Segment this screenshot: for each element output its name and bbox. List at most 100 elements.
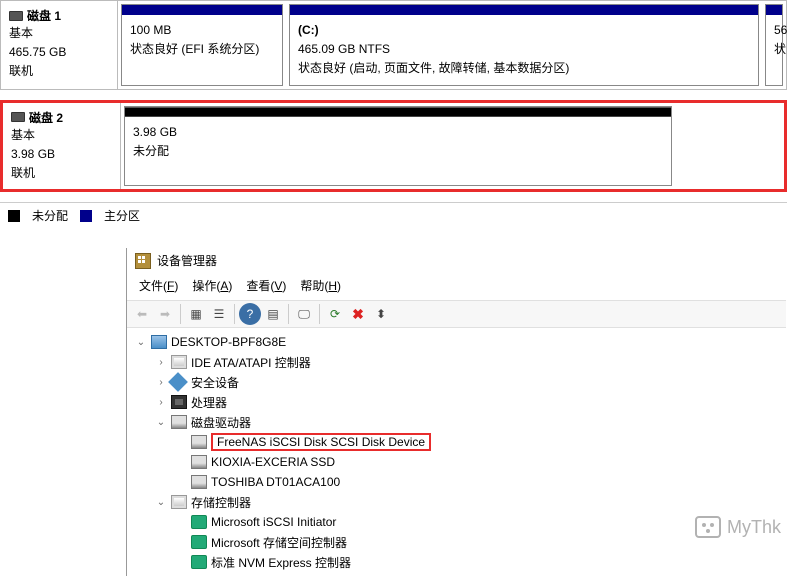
tree-node-7[interactable]: ⌄ 存储控制器 [135,492,786,512]
disk-info: 磁盘 1基本465.75 GB联机 [1,1,118,89]
net-icon [191,555,207,569]
tree-label: 磁盘驱动器 [191,414,251,431]
menu-v[interactable]: 查看(V) [240,275,292,296]
menu-h[interactable]: 帮助(H) [294,275,347,296]
tree-label: Microsoft 存储空间控制器 [211,534,347,551]
computer-name: DESKTOP-BPF8G8E [171,335,286,349]
partition-status: 状态良好 (启动, 页面文件, 故障转储, 基本数据分区) [298,59,750,78]
tree-root[interactable]: ⌄ DESKTOP-BPF8G8E [135,332,786,352]
disk-icon [11,112,25,122]
expander-icon[interactable]: ⌄ [135,337,147,348]
disk-icon [191,455,207,469]
tree-node-9[interactable]: Microsoft 存储空间控制器 [135,532,786,552]
computer-icon [151,335,167,349]
tree-label: Microsoft iSCSI Initiator [211,515,336,529]
tree-label: 存储控制器 [191,494,251,511]
tree-node-6[interactable]: TOSHIBA DT01ACA100 [135,472,786,492]
menu-f[interactable]: 文件(F) [133,275,184,296]
partition-drive: (C:) [298,23,319,37]
ide-icon [171,355,187,369]
disk-row-0[interactable]: 磁盘 1基本465.75 GB联机100 MB状态良好 (EFI 系统分区)(C… [0,0,787,90]
disk-size: 465.75 GB [9,43,109,62]
tree-label: KIOXIA-EXCERIA SSD [211,455,335,469]
tree-label: IDE ATA/ATAPI 控制器 [191,354,311,371]
partition-1[interactable]: (C:) 465.09 GB NTFS状态良好 (启动, 页面文件, 故障转储, … [289,4,759,86]
storage-icon [171,495,187,509]
swatch-primary [80,210,92,222]
tree-label: TOSHIBA DT01ACA100 [211,475,340,489]
disk-status: 联机 [9,62,109,81]
partition-content: 56状 [766,15,782,65]
toolbar-fwd-button[interactable]: ➡ [154,303,176,325]
toolbar-del-button[interactable]: ✖ [347,303,369,325]
partition-header [290,5,758,15]
legend-bar: 未分配 主分区 [0,202,787,226]
partition-header [122,5,282,15]
tree-node-1[interactable]: › 安全设备 [135,372,786,392]
toolbar-separator [288,304,289,324]
toolbar: ⬅➡ ▦☰?▤ 🖵 ⟳✖⬍ [127,300,786,328]
expander-icon[interactable]: ⌄ [155,417,167,428]
disk-icon [9,11,23,21]
legend-unallocated: 未分配 [32,207,68,224]
legend-primary: 主分区 [104,207,140,224]
toolbar-updown-button[interactable]: ⬍ [370,303,392,325]
expander-icon[interactable]: › [155,357,167,368]
toolbar-back-button[interactable]: ⬅ [131,303,153,325]
tree-node-5[interactable]: KIOXIA-EXCERIA SSD [135,452,786,472]
expander-icon[interactable]: ⌄ [155,497,167,508]
toolbar-separator [234,304,235,324]
disk-icon [191,435,207,449]
tree-node-10[interactable]: 标准 NVM Express 控制器 [135,552,786,572]
tree-node-4[interactable]: FreeNAS iSCSI Disk SCSI Disk Device [135,432,786,452]
partition-area: 3.98 GB未分配 [121,103,784,190]
partition-content: (C:) 465.09 GB NTFS状态良好 (启动, 页面文件, 故障转储, … [290,15,758,85]
device-tree: ⌄DESKTOP-BPF8G8E›IDE ATA/ATAPI 控制器›安全设备›… [127,328,786,576]
partition-area: 100 MB状态良好 (EFI 系统分区) (C:) 465.09 GB NTFS状… [118,1,786,89]
sec-icon [168,372,188,392]
window-title-bar: 设备管理器 [127,248,786,273]
partition-size: 465.09 GB NTFS [298,40,750,59]
partition-0[interactable]: 3.98 GB未分配 [124,106,672,187]
watermark: MyThk [695,516,781,538]
partition-0[interactable]: 100 MB状态良好 (EFI 系统分区) [121,4,283,86]
toolbar-mon-button[interactable]: 🖵 [293,303,315,325]
tree-label: 处理器 [191,394,227,411]
disk-row-1[interactable]: 磁盘 2基本3.98 GB联机3.98 GB未分配 [0,100,787,193]
partition-status: 未分配 [133,142,663,161]
disk-size: 3.98 GB [11,145,112,164]
partition-size: 3.98 GB [133,123,663,142]
expander-icon[interactable]: › [155,377,167,388]
tree-node-0[interactable]: › IDE ATA/ATAPI 控制器 [135,352,786,372]
tree-node-3[interactable]: ⌄ 磁盘驱动器 [135,412,786,432]
toolbar-list-button[interactable]: ☰ [208,303,230,325]
device-manager-icon [135,253,151,269]
window-title: 设备管理器 [157,252,217,269]
toolbar-grid-button[interactable]: ▦ [185,303,207,325]
swatch-unallocated [8,210,20,222]
disk-status: 联机 [11,164,112,183]
toolbar-separator [319,304,320,324]
toolbar-help-button[interactable]: ? [239,303,261,325]
disk-icon [171,415,187,429]
disk-info: 磁盘 2基本3.98 GB联机 [3,103,121,190]
tree-node-2[interactable]: › 处理器 [135,392,786,412]
toolbar-props-button[interactable]: ▤ [262,303,284,325]
partition-content: 100 MB状态良好 (EFI 系统分区) [122,15,282,65]
menu-bar: 文件(F)操作(A)查看(V)帮助(H) [127,273,786,300]
partition-header [125,107,671,117]
disk-name: 磁盘 2 [29,109,63,126]
menu-a[interactable]: 操作(A) [186,275,238,296]
expander-icon[interactable]: › [155,397,167,408]
toolbar-scan-button[interactable]: ⟳ [324,303,346,325]
tree-node-8[interactable]: Microsoft iSCSI Initiator [135,512,786,532]
disk-type: 基本 [9,24,109,43]
partition-size: 100 MB [130,21,274,40]
watermark-icon [695,516,721,538]
highlighted-device: FreeNAS iSCSI Disk SCSI Disk Device [211,433,431,451]
partition-content: 3.98 GB未分配 [125,117,671,167]
tree-label: 安全设备 [191,374,239,391]
partition-header [766,5,782,15]
toolbar-separator [180,304,181,324]
partition-2[interactable]: 56状 [765,4,783,86]
